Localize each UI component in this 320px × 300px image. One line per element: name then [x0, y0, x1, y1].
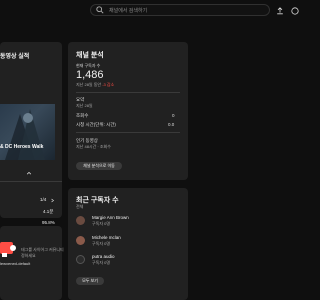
chevron-right-icon	[51, 198, 55, 203]
subscriber-meta: 구독자 0명	[92, 260, 111, 265]
channel-analytics-card: 채널 분석 현재 구독자 수 1,486 지난 28일 동안 -3 감소 요약 …	[68, 42, 188, 180]
video-title: & DC Heroes Walk	[0, 144, 44, 150]
upload-icon[interactable]	[276, 7, 284, 15]
recent-subs-period: 전체	[76, 204, 84, 209]
watch-label: 시청 시간(단위: 시간)	[76, 122, 116, 127]
search-icon	[96, 6, 104, 14]
analytics-title: 채널 분석	[76, 52, 104, 59]
chevron-up-icon[interactable]	[26, 170, 32, 176]
watch-value: 0.0	[168, 122, 175, 127]
subscriber-name[interactable]: Michele mclan	[92, 235, 121, 240]
avatar[interactable]	[76, 216, 85, 225]
subs-change-row: 지난 28일 동안 -3 감소	[76, 82, 114, 88]
subs-change-prefix: 지난 28일 동안	[76, 82, 102, 87]
community-card: 태그를 사이어그 커뮤니티 정하세요 lewxened-default	[0, 226, 64, 300]
subs-change: -3 감소	[102, 82, 115, 87]
divider	[76, 92, 180, 93]
subscriber-meta: 구독자 0명	[92, 241, 111, 246]
thumbnail-art	[5, 109, 45, 160]
divider	[0, 181, 62, 182]
avatar[interactable]	[76, 255, 85, 264]
video-thumbnail[interactable]: & DC Heroes Walk	[0, 104, 55, 160]
search-placeholder: 채널에서 검색하기	[109, 7, 148, 14]
subscriber-name[interactable]: Margie Ann Brown	[92, 215, 129, 220]
views-value: 0	[172, 113, 175, 118]
subscriber-name[interactable]: putra audio	[92, 254, 115, 259]
go-to-analytics-button[interactable]: 채널 분석으로 이동	[76, 162, 122, 170]
latest-video-card: 동영상 실적 & DC Heroes Walk 1/4 4.1분 95.8% 1…	[0, 42, 62, 249]
card-title: 동영상 실적	[0, 54, 30, 60]
recent-subscribers-card: 최근 구독자 수 전체 Margie Ann Brown 구독자 0명 Mich…	[68, 188, 188, 300]
popular-period: 지난 48시간 · 조회수	[76, 144, 111, 149]
divider	[76, 132, 180, 133]
stat-value: 1/4	[40, 197, 47, 202]
help-icon[interactable]	[291, 7, 299, 15]
top-bar: 채널에서 검색하기	[0, 0, 300, 22]
subscriber-meta: 구독자 0명	[92, 221, 111, 226]
view-all-button[interactable]: 모두 보기	[76, 277, 104, 285]
search-box[interactable]: 채널에서 검색하기	[90, 4, 270, 16]
views-label: 조회수	[76, 113, 89, 118]
summary-period: 지난 28일	[76, 103, 93, 108]
community-tag: lewxened-default	[0, 261, 31, 266]
stat-value: 95.8%	[42, 220, 55, 225]
megaphone-icon	[0, 242, 16, 257]
stat-value: 4.1분	[43, 209, 54, 214]
subs-count: 1,486	[76, 69, 104, 81]
avatar[interactable]	[76, 236, 85, 245]
community-text: 정하세요	[21, 253, 36, 258]
